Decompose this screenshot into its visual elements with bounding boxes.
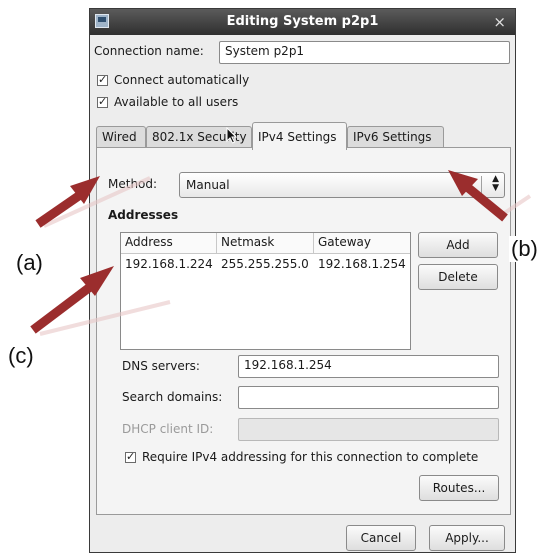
gateway-cell: 192.168.1.254 xyxy=(318,257,406,271)
annotation-label-b: (b) xyxy=(509,236,540,262)
annotation-label-c: (c) xyxy=(6,343,36,369)
tab-ipv6-settings[interactable]: IPv6 Settings xyxy=(347,126,444,148)
checkbox-checked-icon xyxy=(97,95,108,108)
search-domains-input[interactable] xyxy=(238,386,499,409)
apply-button[interactable]: Apply... xyxy=(429,525,505,551)
addresses-heading: Addresses xyxy=(108,208,179,222)
connection-name-input[interactable]: System p2p1 xyxy=(219,41,510,64)
tab-wired[interactable]: Wired xyxy=(96,126,146,148)
close-icon[interactable]: × xyxy=(493,13,506,31)
ipv4-settings-panel: Method: Manual ▲ ▼ Addresses Address Netm… xyxy=(96,147,511,515)
require-ipv4-label: Require IPv4 addressing for this connect… xyxy=(142,450,479,464)
column-header-address[interactable]: Address xyxy=(121,233,217,253)
available-to-all-users-checkbox[interactable]: Available to all users xyxy=(97,95,238,109)
method-combo[interactable]: Manual ▲ ▼ xyxy=(179,172,505,198)
dns-servers-input[interactable]: 192.168.1.254 xyxy=(238,355,499,378)
table-header: Address Netmask Gateway xyxy=(121,233,410,254)
window-title: Editing System p2p1 xyxy=(226,14,379,29)
method-label: Method: xyxy=(108,177,158,191)
checkbox-checked-icon xyxy=(125,450,136,463)
dhcp-client-id-input xyxy=(238,418,499,441)
mouse-pointer-icon xyxy=(226,127,238,144)
available-to-all-users-label: Available to all users xyxy=(114,95,239,109)
dhcp-client-id-label: DHCP client ID: xyxy=(122,422,214,436)
add-address-button[interactable]: Add xyxy=(418,232,498,258)
dns-servers-label: DNS servers: xyxy=(122,359,200,373)
column-header-gateway[interactable]: Gateway xyxy=(314,233,410,253)
require-ipv4-checkbox[interactable]: Require IPv4 addressing for this connect… xyxy=(125,450,478,464)
editing-connection-dialog: Editing System p2p1 × Connection name: S… xyxy=(89,8,516,553)
connection-name-label: Connection name: xyxy=(94,44,204,58)
annotation-label-a: (a) xyxy=(14,250,45,276)
addresses-table[interactable]: Address Netmask Gateway 192.168.1.224 25… xyxy=(120,232,411,350)
combo-arrows-icon: ▲ ▼ xyxy=(492,174,499,193)
combo-separator xyxy=(481,176,482,194)
checkbox-checked-icon xyxy=(97,73,108,86)
delete-address-button[interactable]: Delete xyxy=(418,264,498,290)
title-bar[interactable]: Editing System p2p1 × xyxy=(90,9,515,35)
method-value: Manual xyxy=(186,178,230,192)
connect-automatically-checkbox[interactable]: Connect automatically xyxy=(97,73,249,87)
routes-button[interactable]: Routes... xyxy=(419,475,499,501)
connect-automatically-label: Connect automatically xyxy=(114,73,250,87)
cancel-button[interactable]: Cancel xyxy=(346,525,416,551)
table-row[interactable]: 192.168.1.224 255.255.255.0 192.168.1.25… xyxy=(121,256,410,274)
search-domains-label: Search domains: xyxy=(122,390,223,404)
column-header-netmask[interactable]: Netmask xyxy=(217,233,314,253)
netmask-cell: 255.255.255.0 xyxy=(221,257,309,271)
address-cell: 192.168.1.224 xyxy=(125,257,213,271)
tab-ipv4-settings[interactable]: IPv4 Settings xyxy=(252,122,347,150)
